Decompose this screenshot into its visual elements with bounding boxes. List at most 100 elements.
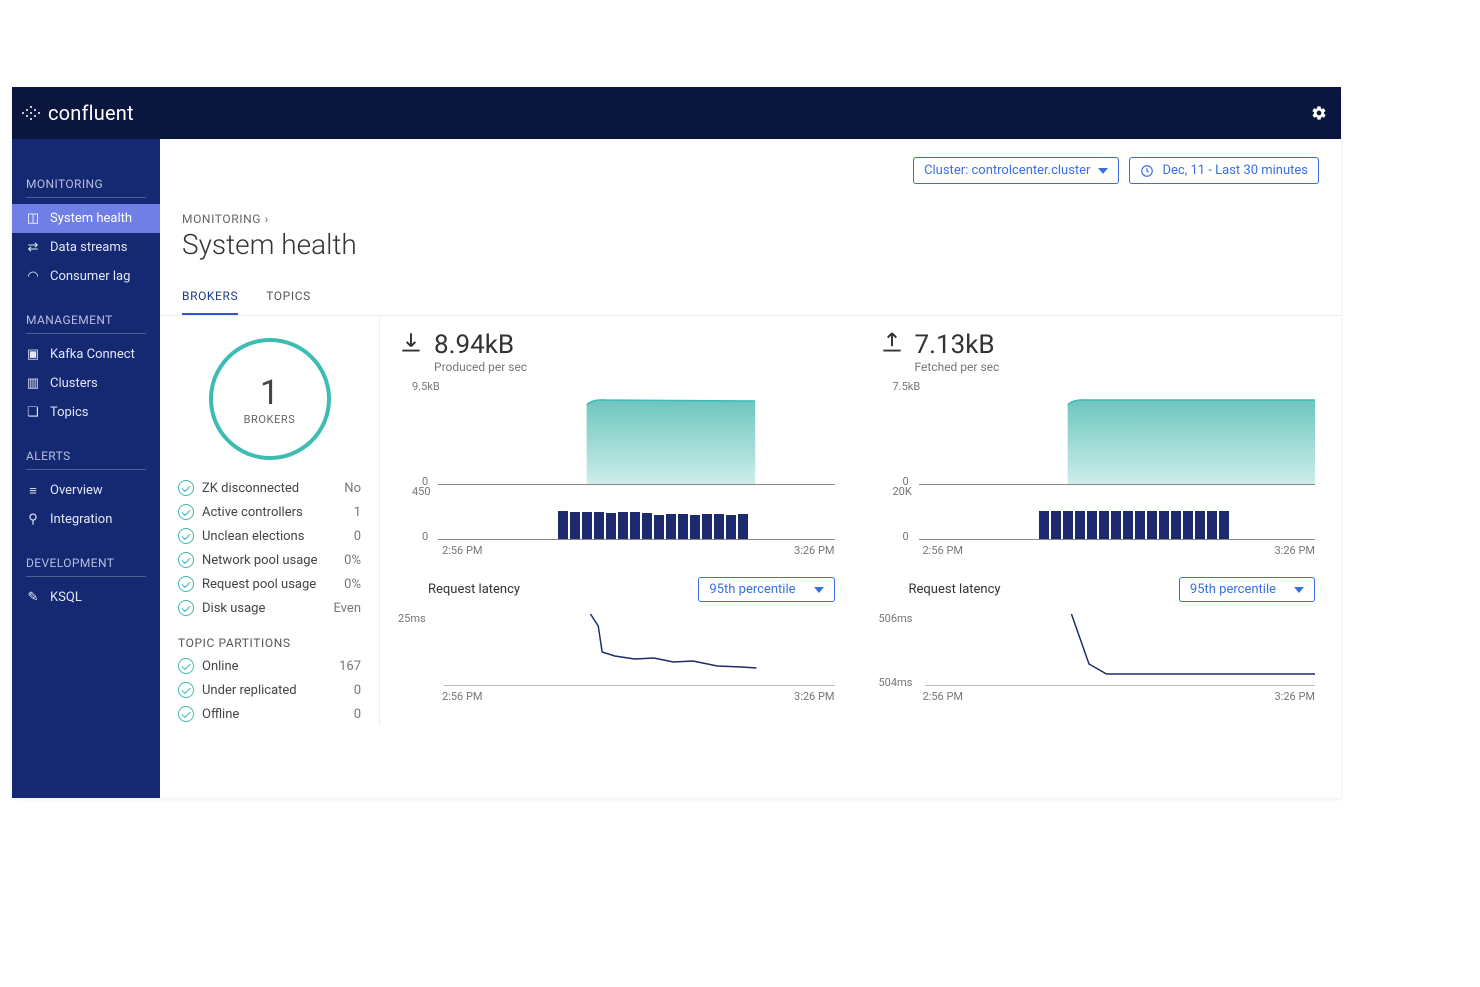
stat-row: Under replicated0 <box>178 678 361 702</box>
stat-row: Active controllers1 <box>178 500 361 524</box>
stat-row: Disk usageEven <box>178 596 361 620</box>
bar <box>714 514 724 539</box>
cluster-selector[interactable]: Cluster: controlcenter.cluster <box>913 157 1119 184</box>
list-icon: ≡ <box>26 484 40 498</box>
gauge-icon: ◠ <box>26 270 40 284</box>
stat-row: Request pool usage 0% <box>178 572 361 596</box>
bar <box>642 513 652 539</box>
check-ok-icon <box>178 552 194 568</box>
produced-panel: 8.94kB Produced per sec 9.5kB 0 450 0 2:… <box>380 316 861 726</box>
brand-text: confluent <box>48 101 134 125</box>
broker-stats: ZK disconnectedNoActive controllers1Uncl… <box>178 476 361 620</box>
flows-icon: ⇄ <box>26 241 40 255</box>
plug-icon: ▣ <box>26 348 40 362</box>
bar <box>690 515 700 539</box>
fetched-t0: 2:56 PM <box>923 544 963 557</box>
bar <box>1099 511 1109 539</box>
percentile-selector-2[interactable]: 95th percentile <box>1179 577 1315 602</box>
sidebar-item-label: Clusters <box>50 376 98 391</box>
clock-icon <box>1140 164 1154 178</box>
sidebar-item-kafka-connect[interactable]: ▣ Kafka Connect <box>12 340 160 369</box>
stat-name: Active controllers <box>202 505 346 520</box>
bar <box>1063 511 1073 539</box>
timerange-selector[interactable]: Dec, 11 - Last 30 minutes <box>1129 157 1319 184</box>
fetched-t1: 3:26 PM <box>1275 544 1315 557</box>
main: Cluster: controlcenter.cluster Dec, 11 -… <box>160 139 1341 798</box>
topbar: confluent <box>12 87 1341 139</box>
sidebar-item-overview[interactable]: ≡ Overview <box>12 476 160 505</box>
download-icon <box>398 330 424 356</box>
pen-icon: ✎ <box>26 591 40 605</box>
bar <box>702 514 712 539</box>
tab-brokers[interactable]: BROKERS <box>182 289 238 315</box>
brand-logo: confluent <box>20 101 134 125</box>
sidebar-section-label: MANAGEMENT <box>12 291 160 340</box>
sidebar-item-label: Integration <box>50 512 112 527</box>
stat-value: 0 <box>354 683 361 698</box>
bar <box>1039 511 1049 540</box>
bar <box>1195 511 1205 539</box>
stat-name: Request pool usage <box>202 577 336 592</box>
sidebar-item-label: KSQL <box>50 590 82 605</box>
chart-icon: ◫ <box>26 212 40 226</box>
cluster-selector-label: Cluster: controlcenter.cluster <box>924 163 1090 178</box>
bar <box>582 512 592 539</box>
bar <box>1147 511 1157 539</box>
fetched-barmax: 20K <box>879 485 1316 498</box>
sidebar-item-consumer-lag[interactable]: ◠Consumer lag <box>12 262 160 291</box>
tab-topics[interactable]: TOPICS <box>266 289 311 315</box>
bar <box>570 512 580 539</box>
bar <box>618 512 628 539</box>
stat-value: 0% <box>344 553 361 568</box>
sidebar-item-label: Overview <box>50 483 103 498</box>
fetched-value: 7.13kB <box>915 330 1000 360</box>
link-icon: ⚲ <box>26 513 40 527</box>
sidebar-item-system-health[interactable]: ◫System health <box>12 204 160 233</box>
chevron-down-icon <box>1098 168 1108 174</box>
check-ok-icon <box>178 658 194 674</box>
breadcrumb[interactable]: MONITORING › <box>182 212 1319 226</box>
bar <box>606 513 616 539</box>
page-title: System health <box>182 228 1319 261</box>
stat-value: 0 <box>354 707 361 722</box>
stat-value: 0 <box>354 529 361 544</box>
fetched-latency-chart: 506ms 504ms <box>879 612 1316 686</box>
bar <box>1171 511 1181 539</box>
stat-value: 0% <box>344 577 361 592</box>
produced-t0: 2:56 PM <box>442 544 482 557</box>
sidebar-item-label: Topics <box>50 405 89 420</box>
produced-ymax: 9.5kB <box>398 380 835 393</box>
sidebar-item-topics[interactable]: ❏ Topics <box>12 398 160 427</box>
stat-name: Unclean elections <box>202 529 346 544</box>
bar <box>1075 511 1085 539</box>
check-ok-icon <box>178 600 194 616</box>
produced-value: 8.94kB <box>434 330 527 360</box>
check-ok-icon <box>178 528 194 544</box>
bar <box>1183 511 1193 539</box>
produced-sub: Produced per sec <box>434 360 527 374</box>
bar <box>1219 511 1229 539</box>
bar <box>1111 511 1121 539</box>
sidebar-item-data-streams[interactable]: ⇄Data streams <box>12 233 160 262</box>
produced-area-chart: 0 <box>398 393 835 485</box>
bar <box>654 515 664 539</box>
broker-summary: 1 BROKERS ZK disconnectedNoActive contro… <box>160 316 380 726</box>
sidebar-item-label: Kafka Connect <box>50 347 135 362</box>
stack-icon: ❏ <box>26 406 40 420</box>
sidebar-item-integration[interactable]: ⚲ Integration <box>12 505 160 534</box>
sidebar-item-clusters[interactable]: ▥Clusters <box>12 369 160 398</box>
app-window: confluent MONITORING◫System health⇄Data … <box>12 87 1341 798</box>
upload-icon <box>879 330 905 356</box>
broker-count: 1 <box>260 373 279 413</box>
sidebar-item-ksql[interactable]: ✎ KSQL <box>12 583 160 612</box>
latency-title-2: Request latency <box>909 582 1001 597</box>
settings-gear-icon[interactable] <box>1311 105 1327 121</box>
sidebar-section-label: DEVELOPMENT <box>12 534 160 583</box>
percentile-selector-1[interactable]: 95th percentile <box>698 577 834 602</box>
check-ok-icon <box>178 682 194 698</box>
bar <box>630 512 640 539</box>
check-ok-icon <box>178 706 194 722</box>
check-ok-icon <box>178 576 194 592</box>
bar <box>1159 511 1169 539</box>
stat-name: Offline <box>202 707 346 722</box>
